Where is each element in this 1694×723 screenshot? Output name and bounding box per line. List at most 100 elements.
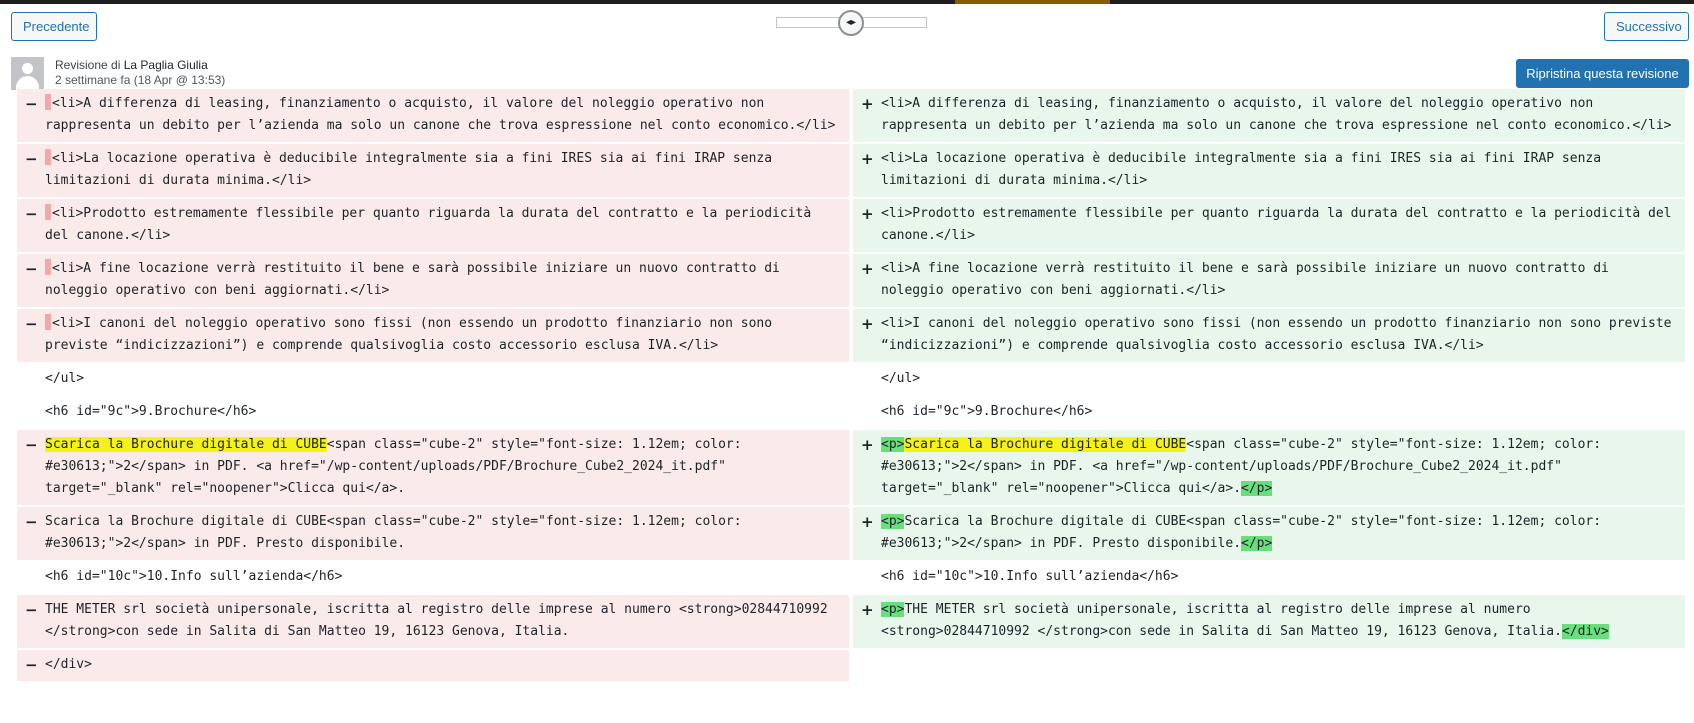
highlighted-text: Scarica la Brochure digitale di CUBE	[45, 437, 327, 452]
plus-icon: +	[861, 513, 874, 531]
avatar-head	[22, 63, 33, 74]
avatar-body	[16, 76, 39, 90]
diff-context-cell: <h6 id="10c">10.Info sull’azienda</h6>	[853, 562, 1685, 593]
removed-text: <li>A differenza di leasing, finanziamen…	[45, 96, 836, 133]
plus-icon: +	[861, 601, 874, 619]
previous-button[interactable]: Precedente	[11, 12, 97, 41]
added-tag-mark: <p>	[881, 437, 905, 452]
diff-row: − Scarica la Brochure digitale di CUBE<sp…	[17, 430, 1689, 505]
diff-row: − <li>Prodotto estremamente flessibile pe…	[17, 199, 1689, 252]
diff-added-cell: + <li>I canoni del noleggio operativo son…	[853, 309, 1685, 362]
context-text: <h6 id="10c">10.Info sull’azienda</h6>	[45, 569, 343, 584]
diff-context-cell: </ul>	[853, 364, 1685, 395]
removed-text: </div>	[45, 657, 92, 672]
added-tag-mark: </p>	[1241, 536, 1273, 551]
highlighted-text: Scarica la Brochure digitale di CUBE	[904, 437, 1187, 452]
diff-row: − <li>A fine locazione verrà restituito i…	[17, 254, 1689, 307]
author-name: La Paglia Giulia	[123, 58, 208, 72]
minus-icon: −	[25, 656, 38, 674]
diff-added-cell: + <p>Scarica la Brochure digitale di CUBE…	[853, 430, 1685, 505]
removed-text: <li>A fine locazione verrà restituito il…	[45, 261, 788, 298]
diff-removed-cell: − Scarica la Brochure digitale di CUBE<sp…	[17, 507, 849, 560]
top-admin-bar	[0, 0, 1694, 4]
minus-icon: −	[25, 315, 38, 333]
diff-removed-cell: − THE METER srl società unipersonale, isc…	[17, 595, 849, 648]
diff-added-cell: + <p>Scarica la Brochure digitale di CUBE…	[853, 507, 1685, 560]
diff-added-cell: + <li>Prodotto estremamente flessibile pe…	[853, 199, 1685, 252]
added-text: <li>A fine locazione verrà restituito il…	[881, 261, 1617, 298]
minus-icon: −	[25, 95, 38, 113]
removed-text: THE METER srl società unipersonale, iscr…	[45, 602, 836, 639]
diff-row: <h6 id="10c">10.Info sull’azienda</h6> <…	[17, 562, 1689, 593]
plus-icon: +	[861, 436, 874, 454]
added-tag-mark: </p>	[1241, 481, 1273, 496]
removed-text: <li>La locazione operativa è deducibile …	[45, 151, 780, 188]
removed-char-mark	[45, 94, 51, 110]
avatar	[11, 57, 44, 90]
removed-char-mark	[45, 259, 51, 275]
removed-text: Scarica la Brochure digitale di CUBE<spa…	[45, 514, 750, 551]
plus-icon: +	[861, 315, 874, 333]
top-bar-accent	[955, 0, 1110, 4]
diff-row: − </div>	[17, 650, 1689, 681]
diff-added-cell: + <p>THE METER srl società unipersonale, …	[853, 595, 1685, 648]
added-text: <li>I canoni del noleggio operativo sono…	[881, 316, 1680, 353]
revision-prefix: Revisione di	[55, 58, 124, 72]
plus-icon: +	[861, 260, 874, 278]
plus-icon: +	[861, 205, 874, 223]
time-ago: 2 settimane fa	[55, 73, 131, 87]
diff-empty-cell	[853, 650, 1685, 681]
diff-removed-cell: − <li>A fine locazione verrà restituito i…	[17, 254, 849, 307]
added-text: THE METER srl società unipersonale, iscr…	[881, 602, 1562, 639]
diff-context-cell: </ul>	[17, 364, 849, 395]
minus-icon: −	[25, 513, 38, 531]
diff-context-cell: <h6 id="10c">10.Info sull’azienda</h6>	[17, 562, 849, 593]
removed-char-mark	[45, 149, 51, 165]
added-text: <li>A differenza di leasing, finanziamen…	[881, 96, 1672, 133]
context-text: <h6 id="9c">9.Brochure</h6>	[881, 404, 1093, 419]
diff-row: </ul> </ul>	[17, 364, 1689, 395]
removed-char-mark	[45, 314, 51, 330]
plus-icon: +	[861, 150, 874, 168]
diff-added-cell: + <li>A differenza di leasing, finanziame…	[853, 89, 1685, 142]
context-text: <h6 id="10c">10.Info sull’azienda</h6>	[881, 569, 1179, 584]
minus-icon: −	[25, 436, 38, 454]
diff-removed-cell: − <li>A differenza di leasing, finanziame…	[17, 89, 849, 142]
diff-added-cell: + <li>La locazione operativa è deducibile…	[853, 144, 1685, 197]
minus-icon: −	[25, 601, 38, 619]
diff-context-cell: <h6 id="9c">9.Brochure</h6>	[853, 397, 1685, 428]
removed-text: <li>Prodotto estremamente flessibile per…	[45, 206, 820, 243]
added-text: <li>La locazione operativa è deducibile …	[881, 151, 1609, 188]
diff-removed-cell: − Scarica la Brochure digitale di CUBE<sp…	[17, 430, 849, 505]
diff-removed-cell: − <li>I canoni del noleggio operativo son…	[17, 309, 849, 362]
diff-removed-cell: − <li>Prodotto estremamente flessibile pe…	[17, 199, 849, 252]
removed-text: <li>I canoni del noleggio operativo sono…	[45, 316, 780, 353]
author-info: Revisione di La Paglia Giulia 2 settiman…	[55, 58, 355, 88]
diff-row: <h6 id="9c">9.Brochure</h6> <h6 id="9c">…	[17, 397, 1689, 428]
context-text: <h6 id="9c">9.Brochure</h6>	[45, 404, 257, 419]
diff-removed-cell: − <li>La locazione operativa è deducibile…	[17, 144, 849, 197]
context-text: </ul>	[881, 371, 921, 386]
plus-icon: +	[861, 95, 874, 113]
added-tag-mark: <p>	[881, 602, 905, 617]
restore-revision-button[interactable]: Ripristina questa revisione	[1516, 59, 1689, 88]
diff-row: − <li>I canoni del noleggio operativo son…	[17, 309, 1689, 362]
revision-date: (18 Apr @ 13:53)	[133, 73, 226, 87]
added-tag-mark: </div>	[1561, 624, 1609, 639]
minus-icon: −	[25, 150, 38, 168]
minus-icon: −	[25, 205, 38, 223]
diff-row: − <li>A differenza di leasing, finanziame…	[17, 89, 1689, 142]
removed-char-mark	[45, 204, 51, 220]
revision-slider-handle[interactable]: ◂▸	[838, 10, 864, 36]
next-button[interactable]: Successivo	[1604, 12, 1689, 41]
diff-context-cell: <h6 id="9c">9.Brochure</h6>	[17, 397, 849, 428]
context-text: </ul>	[45, 371, 85, 386]
minus-icon: −	[25, 260, 38, 278]
diff-row: − THE METER srl società unipersonale, isc…	[17, 595, 1689, 648]
diff-table: − <li>A differenza di leasing, finanziame…	[17, 89, 1689, 723]
diff-removed-cell: − </div>	[17, 650, 849, 681]
diff-added-cell: + <li>A fine locazione verrà restituito i…	[853, 254, 1685, 307]
added-text: <li>Prodotto estremamente flessibile per…	[881, 206, 1680, 243]
diff-row: − <li>La locazione operativa è deducibile…	[17, 144, 1689, 197]
diff-row: − Scarica la Brochure digitale di CUBE<sp…	[17, 507, 1689, 560]
